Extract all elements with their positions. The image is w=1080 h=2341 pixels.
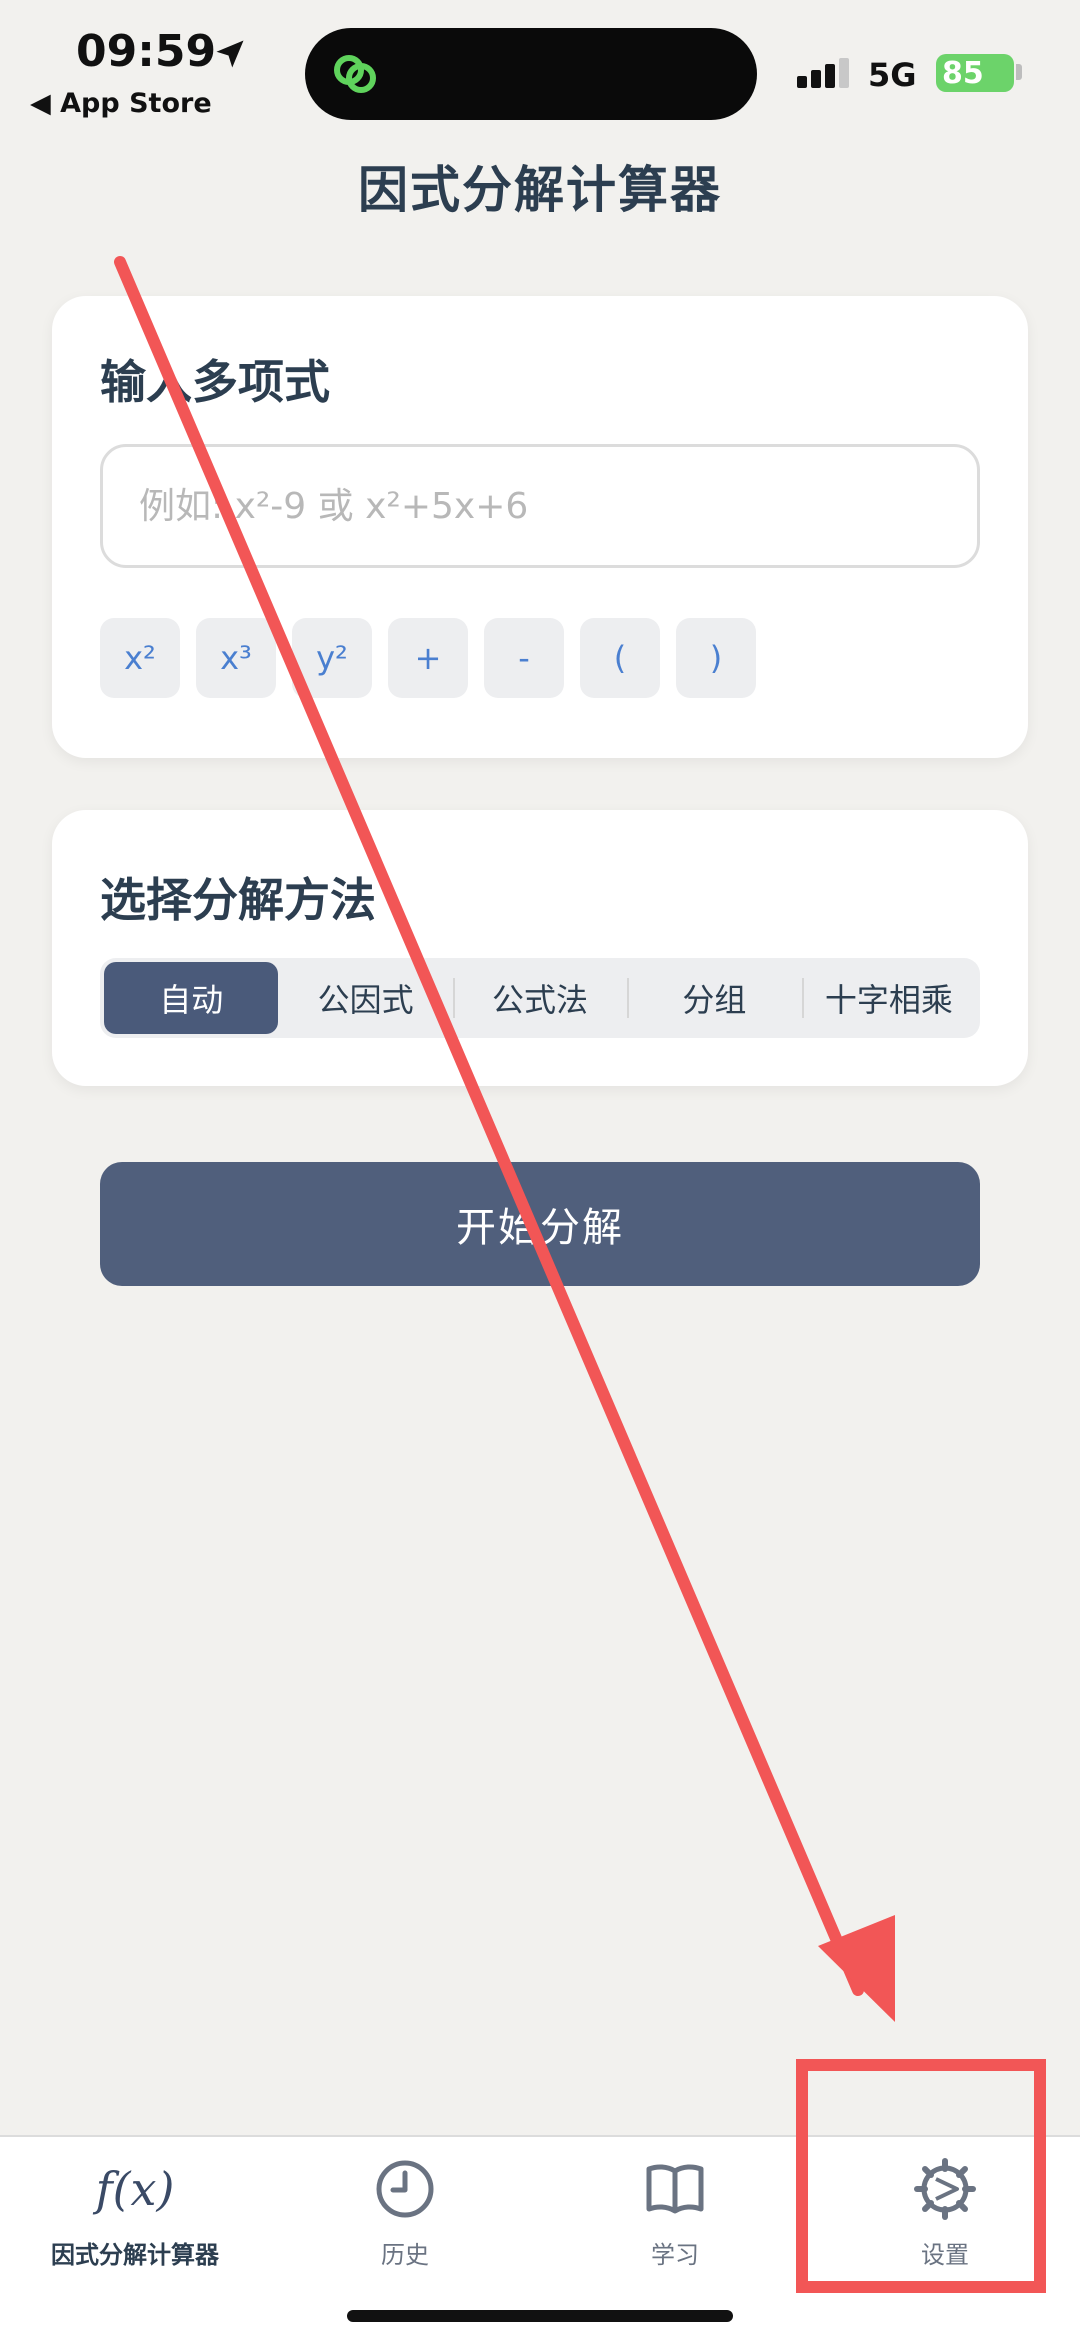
tab-history-label: 历史: [381, 2241, 429, 2269]
dynamic-island: [305, 28, 757, 120]
network-type: 5G: [868, 56, 917, 94]
gear-icon: [914, 2158, 976, 2220]
method-option-formula[interactable]: 公式法: [452, 962, 627, 1034]
polynomial-input[interactable]: [100, 444, 980, 568]
status-time: 09:59: [76, 26, 217, 77]
signal-bars-icon: [797, 58, 849, 88]
key-x-squared[interactable]: x²: [100, 618, 180, 698]
book-icon: [646, 2164, 704, 2214]
symbol-keyboard: x² x³ y² + - ( ): [100, 618, 756, 698]
tab-calculator-label: 因式分解计算器: [51, 2241, 219, 2269]
linked-rings-icon: [334, 55, 376, 93]
tab-learn[interactable]: 学习: [540, 2157, 810, 2297]
tab-settings-label: 设置: [921, 2241, 969, 2269]
tab-settings[interactable]: 设置: [810, 2157, 1080, 2297]
tab-calculator[interactable]: f(x) 因式分解计算器: [0, 2157, 270, 2297]
key-open-paren[interactable]: (: [580, 618, 660, 698]
clock-icon: [376, 2160, 434, 2218]
location-arrow-icon: [216, 40, 244, 68]
input-card-title: 输入多项式: [100, 355, 330, 409]
method-option-auto[interactable]: 自动: [104, 962, 279, 1034]
status-bar: 09:59 ◀ App Store 5G 85: [0, 0, 1080, 130]
key-y-squared[interactable]: y²: [292, 618, 372, 698]
back-to-app-store-link[interactable]: ◀ App Store: [30, 88, 212, 119]
home-indicator: [347, 2310, 733, 2322]
method-option-grouping[interactable]: 分组: [627, 962, 801, 1034]
method-segmented-control: 自动 公因式 公式法 分组 十字相乘: [100, 958, 980, 1038]
key-x-cubed[interactable]: x³: [196, 618, 276, 698]
battery-level: 85: [942, 55, 984, 91]
fx-icon-text: f(x): [95, 2162, 175, 2216]
annotation-arrow-head: [818, 1915, 895, 2022]
start-factorization-button[interactable]: 开始分解: [100, 1162, 980, 1286]
page-title: 因式分解计算器: [358, 161, 722, 219]
polynomial-input-card: 输入多项式 x² x³ y² + - ( ): [52, 296, 1028, 758]
method-card: 选择分解方法 自动 公因式 公式法 分组 十字相乘: [52, 810, 1028, 1086]
key-minus[interactable]: -: [484, 618, 564, 698]
method-option-cross-multiplication[interactable]: 十字相乘: [801, 962, 976, 1034]
tab-learn-label: 学习: [651, 2241, 699, 2269]
key-plus[interactable]: +: [388, 618, 468, 698]
battery-indicator: 85: [936, 54, 1014, 92]
fx-icon: f(x): [96, 2157, 175, 2221]
method-option-common-factor[interactable]: 公因式: [278, 962, 452, 1034]
tab-history[interactable]: 历史: [270, 2157, 540, 2297]
key-close-paren[interactable]: ): [676, 618, 756, 698]
battery-tip: [1016, 64, 1022, 80]
method-card-title: 选择分解方法: [100, 873, 376, 927]
